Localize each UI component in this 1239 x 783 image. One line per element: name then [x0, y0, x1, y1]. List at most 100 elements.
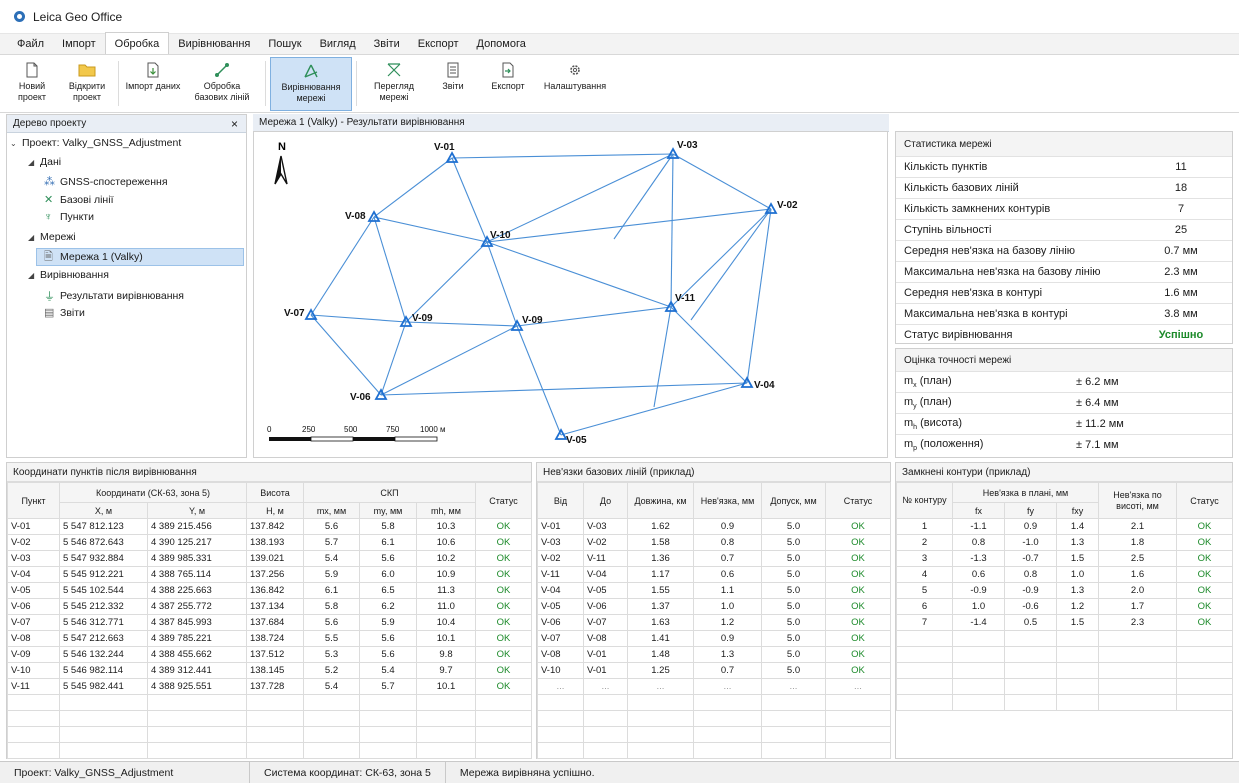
loops-panel: Замкнені контури (приклад) № контуру Нев'… — [895, 462, 1234, 759]
menu-processing[interactable]: Обробка — [104, 32, 170, 54]
baseline-row[interactable]: V-07 V-08 1.41 0.9 5.0 OK — [537, 630, 891, 647]
accuracy-row: mh (висота) ± 11.2 мм — [896, 413, 1232, 434]
coords-row[interactable]: V-10 5 546 982.114 4 389 312.441 138.145 5.2… — [7, 662, 532, 679]
expand-triangle-icon[interactable]: ◢ — [28, 158, 40, 167]
baseline-row-cell: V-04 — [537, 582, 584, 599]
coords-row[interactable]: V-08 5 547 212.663 4 389 785.221 138.724 5.5… — [7, 630, 532, 647]
network-map-svg[interactable]: N V-01 V-03 V-02 V-08 V-10 V-07 V-09 V-0… — [254, 132, 889, 459]
accuracy-value: ± 7.1 мм — [1076, 439, 1119, 451]
tree-item-data[interactable]: ◢ Дані — [28, 156, 61, 168]
close-icon[interactable]: × — [231, 117, 238, 131]
menu-view[interactable]: Вигляд — [311, 34, 365, 54]
menu-export[interactable]: Експорт — [409, 34, 468, 54]
baselines-header-length[interactable]: Довжина, км — [627, 482, 694, 519]
coords-row[interactable]: V-03 5 547 932.884 4 389 985.331 139.021 5.4… — [7, 550, 532, 567]
baseline-row[interactable]: V-11 V-04 1.17 0.6 5.0 OK — [537, 566, 891, 583]
baseline-row[interactable]: .................. — [537, 678, 891, 695]
loops-header-fx[interactable]: fx — [952, 502, 1005, 519]
baselines-header-tolerance[interactable]: Допуск, мм — [761, 482, 826, 519]
tree-item-results[interactable]: ⏚ Результати вирівнювання — [44, 288, 184, 304]
baseline-row[interactable]: V-01 V-03 1.62 0.9 5.0 OK — [537, 518, 891, 535]
coords-row-cell: 4 388 455.662 — [147, 646, 247, 663]
baseline-row[interactable]: V-06 V-07 1.63 1.2 5.0 OK — [537, 614, 891, 631]
loops-header-height[interactable]: Нев'язка по висоті, мм — [1098, 482, 1178, 519]
coords-header-mx[interactable]: mx, мм — [303, 502, 360, 519]
network-view-button[interactable]: Перегляд мережі — [361, 57, 427, 111]
open-project-button[interactable]: Відкрити проект — [60, 57, 114, 111]
scale-label-500: 500 — [344, 425, 358, 434]
loop-row[interactable]: 5 -0.9 -0.9 1.3 2.0 OK — [896, 582, 1234, 599]
loop-row[interactable]: 3 -1.3 -0.7 1.5 2.5 OK — [896, 550, 1234, 567]
expand-triangle-icon[interactable]: ◢ — [28, 233, 40, 242]
menu-reports[interactable]: Звіти — [365, 34, 409, 54]
baselines-header-from[interactable]: Від — [537, 482, 584, 519]
baselines-header-to[interactable]: До — [583, 482, 628, 519]
coords-row-cell: 137.512 — [246, 646, 304, 663]
baselines-header-status[interactable]: Статус — [825, 482, 891, 519]
coords-row[interactable]: V-11 5 545 982.441 4 388 925.551 137.728 5.4… — [7, 678, 532, 695]
new-project-button[interactable]: Новий проект — [4, 57, 60, 111]
coords-header-x[interactable]: X, м — [59, 502, 148, 519]
loops-header-no[interactable]: № контуру — [896, 482, 953, 519]
coords-row[interactable]: V-09 5 546 132.244 4 388 455.662 137.512 5.3… — [7, 646, 532, 663]
coords-header-y[interactable]: Y, м — [147, 502, 247, 519]
loop-row[interactable]: 4 0.6 0.8 1.0 1.6 OK — [896, 566, 1234, 583]
import-data-button[interactable]: Імпорт даних — [123, 57, 183, 111]
baseline-row[interactable]: V-02 V-11 1.36 0.7 5.0 OK — [537, 550, 891, 567]
baseline-processing-button[interactable]: Обробка базових ліній — [183, 57, 261, 111]
network-adjustment-button[interactable]: Вирівнювання мережі — [270, 57, 352, 111]
coords-row[interactable]: V-02 5 546 872.643 4 390 125.217 138.193 5.7… — [7, 534, 532, 551]
network-map[interactable]: N V-01 V-03 V-02 V-08 V-10 V-07 V-09 V-0… — [253, 131, 888, 458]
menu-search[interactable]: Пошук — [259, 34, 310, 54]
menu-adjustment[interactable]: Вирівнювання — [169, 34, 259, 54]
coords-row[interactable]: V-07 5 546 312.771 4 387 845.993 137.684 5.6… — [7, 614, 532, 631]
tree-item-points[interactable]: ♆ Пункти — [44, 211, 94, 223]
baseline-row[interactable]: V-03 V-02 1.58 0.8 5.0 OK — [537, 534, 891, 551]
stats-row: Середня нев'язка в контурі 1.6 мм — [896, 282, 1232, 303]
chevron-down-icon[interactable]: ⌄ — [10, 139, 22, 148]
scale-label-1000: 1000 м — [420, 425, 446, 434]
coords-header-point[interactable]: Пункт — [7, 482, 60, 519]
loop-row[interactable]: 6 1.0 -0.6 1.2 1.7 OK — [896, 598, 1234, 615]
loop-row[interactable]: 1 -1.1 0.9 1.4 2.1 OK — [896, 518, 1234, 535]
coords-row[interactable]: V-01 5 547 812.123 4 389 215.456 137.842 5.6… — [7, 518, 532, 535]
coords-header-h[interactable]: H, м — [246, 502, 304, 519]
tree-gnss-label: GNSS-спостереження — [60, 175, 168, 188]
loop-row-cell: 4 — [896, 566, 953, 583]
tree-item-network-1[interactable]: 🗎 Мережа 1 (Valky) — [36, 248, 244, 266]
loop-row[interactable]: 7 -1.4 0.5 1.5 2.3 OK — [896, 614, 1234, 631]
baseline-row-cell: 5.0 — [761, 566, 826, 583]
stats-value: 1.6 мм — [1164, 287, 1198, 299]
loops-header-status[interactable]: Статус — [1176, 482, 1234, 519]
baseline-row[interactable]: V-10 V-01 1.25 0.7 5.0 OK — [537, 662, 891, 679]
coords-row[interactable]: V-04 5 545 912.221 4 388 765.114 137.256 5.9… — [7, 566, 532, 583]
loops-header-fy[interactable]: fy — [1004, 502, 1057, 519]
menu-import[interactable]: Імпорт — [53, 34, 105, 54]
tree-item-baselines[interactable]: ✕ Базові лінії — [44, 193, 113, 207]
baseline-row[interactable]: V-05 V-06 1.37 1.0 5.0 OK — [537, 598, 891, 615]
coords-row[interactable]: V-05 5 545 102.544 4 388 225.663 136.842 6.1… — [7, 582, 532, 599]
baseline-row-cell — [761, 694, 826, 711]
tree-item-gnss[interactable]: ⁂ GNSS-спостереження — [44, 175, 168, 189]
baseline-row-cell: 5.0 — [761, 534, 826, 551]
tree-item-project[interactable]: ⌄ Проект: Valky_GNSS_Adjustment — [10, 137, 181, 149]
baseline-row[interactable]: V-08 V-01 1.48 1.3 5.0 OK — [537, 646, 891, 663]
menu-file[interactable]: Файл — [8, 34, 53, 54]
loop-row[interactable]: 2 0.8 -1.0 1.3 1.8 OK — [896, 534, 1234, 551]
expand-triangle-icon[interactable]: ◢ — [28, 271, 40, 280]
menu-help[interactable]: Допомога — [468, 34, 535, 54]
coords-header-status[interactable]: Статус — [475, 482, 532, 519]
settings-button[interactable]: Налаштування — [537, 57, 613, 111]
loops-header-fxy[interactable]: fxy — [1055, 502, 1100, 519]
tree-item-networks[interactable]: ◢ Мережі — [28, 231, 76, 243]
coords-row[interactable]: V-06 5 545 212.332 4 387 255.772 137.134 5.8… — [7, 598, 532, 615]
tree-item-adjustment[interactable]: ◢ Вирівнювання — [28, 269, 109, 281]
baselines-header-misclosure[interactable]: Нев'язка, мм — [693, 482, 762, 519]
tree-item-reports[interactable]: ▤ Звіти — [44, 306, 85, 320]
baseline-row[interactable]: V-04 V-05 1.55 1.1 5.0 OK — [537, 582, 891, 599]
coords-header-my[interactable]: my, мм — [359, 502, 417, 519]
coords-header-mh[interactable]: mh, мм — [416, 502, 476, 519]
coords-header-height[interactable]: Висота — [246, 482, 304, 503]
export-button[interactable]: Експорт — [479, 57, 537, 111]
reports-button[interactable]: Звіти — [427, 57, 479, 111]
